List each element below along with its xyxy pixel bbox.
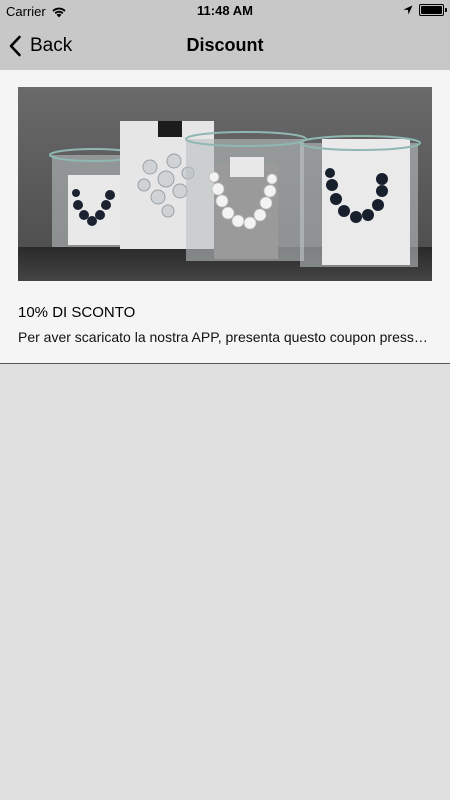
page-title: Discount [186,35,264,55]
navigation-bar: Back Discount [0,22,450,70]
necklace-display-photo [18,87,432,281]
status-right [403,4,447,16]
battery-icon [419,4,447,16]
location-arrow-icon [403,5,413,15]
status-bar: Carrier 11:48 AM [0,0,450,22]
coupon-card[interactable]: 10% DI SCONTO Per aver scaricato la nost… [0,70,450,364]
status-time: 11:48 AM [197,3,253,18]
coupon-title: 10% DI SCONTO [18,304,136,321]
coupon-image [18,87,432,281]
coupon-description: Per aver scaricato la nostra APP, presen… [18,329,432,345]
